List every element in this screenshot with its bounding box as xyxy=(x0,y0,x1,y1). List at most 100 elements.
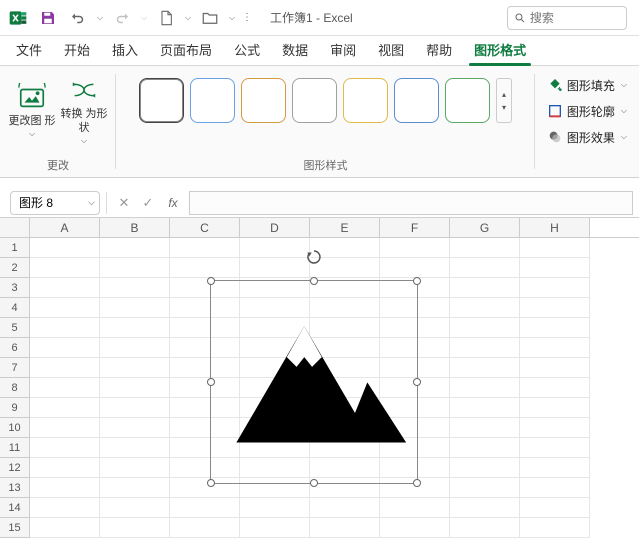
cell[interactable] xyxy=(30,438,100,458)
cell[interactable] xyxy=(100,338,170,358)
search-box[interactable] xyxy=(507,6,627,30)
row-header[interactable]: 2 xyxy=(0,258,30,278)
row-header[interactable]: 8 xyxy=(0,378,30,398)
redo-dropdown[interactable]: ⌵ xyxy=(138,4,150,32)
cell[interactable] xyxy=(520,378,590,398)
row-header[interactable]: 11 xyxy=(0,438,30,458)
cell[interactable] xyxy=(450,278,520,298)
cell[interactable] xyxy=(240,498,310,518)
cell[interactable] xyxy=(450,478,520,498)
tab-graphic-format[interactable]: 图形格式 xyxy=(472,34,528,65)
open-file-dropdown[interactable]: ⌵ xyxy=(226,4,238,32)
row-header[interactable]: 10 xyxy=(0,418,30,438)
tab-view[interactable]: 视图 xyxy=(376,34,406,65)
col-header[interactable]: E xyxy=(310,218,380,237)
col-header[interactable]: D xyxy=(240,218,310,237)
tab-help[interactable]: 帮助 xyxy=(424,34,454,65)
cell[interactable] xyxy=(240,258,310,278)
row-header[interactable]: 3 xyxy=(0,278,30,298)
cell[interactable] xyxy=(100,498,170,518)
cell[interactable] xyxy=(30,478,100,498)
tab-file[interactable]: 文件 xyxy=(14,34,44,65)
cell[interactable] xyxy=(380,518,450,538)
cell[interactable] xyxy=(30,358,100,378)
resize-handle-w[interactable] xyxy=(207,378,215,386)
cell[interactable] xyxy=(310,498,380,518)
cell[interactable] xyxy=(30,298,100,318)
cell[interactable] xyxy=(520,478,590,498)
excel-logo[interactable] xyxy=(4,4,32,32)
name-box[interactable]: ⌵ xyxy=(10,191,100,215)
tab-review[interactable]: 审阅 xyxy=(328,34,358,65)
rotation-handle[interactable] xyxy=(304,247,324,267)
style-swatch-7[interactable] xyxy=(445,78,490,123)
row-header[interactable]: 15 xyxy=(0,518,30,538)
new-file-button[interactable] xyxy=(152,4,180,32)
tab-formulas[interactable]: 公式 xyxy=(232,34,262,65)
row-header[interactable]: 9 xyxy=(0,398,30,418)
col-header[interactable]: B xyxy=(100,218,170,237)
open-file-button[interactable] xyxy=(196,4,224,32)
tab-pagelayout[interactable]: 页面布局 xyxy=(158,34,214,65)
tab-data[interactable]: 数据 xyxy=(280,34,310,65)
save-button[interactable] xyxy=(34,4,62,32)
cell[interactable] xyxy=(100,238,170,258)
resize-handle-ne[interactable] xyxy=(413,277,421,285)
cell[interactable] xyxy=(450,338,520,358)
cell[interactable] xyxy=(520,498,590,518)
col-header[interactable]: F xyxy=(380,218,450,237)
change-graphic-button[interactable]: 更改图 形 xyxy=(8,72,56,146)
cell[interactable] xyxy=(520,338,590,358)
enter-formula-button[interactable]: ✓ xyxy=(137,192,159,214)
cell[interactable] xyxy=(100,298,170,318)
resize-handle-nw[interactable] xyxy=(207,277,215,285)
cell[interactable] xyxy=(30,398,100,418)
cell[interactable] xyxy=(450,318,520,338)
cell[interactable] xyxy=(450,378,520,398)
cell[interactable] xyxy=(30,238,100,258)
row-header[interactable]: 1 xyxy=(0,238,30,258)
name-box-dropdown[interactable]: ⌵ xyxy=(88,197,95,208)
cell[interactable] xyxy=(520,258,590,278)
cell[interactable] xyxy=(520,518,590,538)
tab-home[interactable]: 开始 xyxy=(62,34,92,65)
cell[interactable] xyxy=(450,498,520,518)
row-header[interactable]: 5 xyxy=(0,318,30,338)
row-header[interactable]: 6 xyxy=(0,338,30,358)
cell[interactable] xyxy=(450,518,520,538)
cell[interactable] xyxy=(170,518,240,538)
style-swatch-1[interactable] xyxy=(139,78,184,123)
cell[interactable] xyxy=(240,238,310,258)
cell[interactable] xyxy=(520,358,590,378)
col-header[interactable]: H xyxy=(520,218,590,237)
cell[interactable] xyxy=(450,438,520,458)
col-header[interactable]: C xyxy=(170,218,240,237)
cell[interactable] xyxy=(380,498,450,518)
cell[interactable] xyxy=(100,318,170,338)
row-header[interactable]: 14 xyxy=(0,498,30,518)
graphic-effects-button[interactable]: 图形效果 ⌵ xyxy=(543,124,631,150)
new-file-dropdown[interactable]: ⌵ xyxy=(182,4,194,32)
insert-function-button[interactable]: fx xyxy=(161,192,183,214)
cell[interactable] xyxy=(100,378,170,398)
cell[interactable] xyxy=(520,418,590,438)
cell[interactable] xyxy=(30,378,100,398)
resize-handle-se[interactable] xyxy=(413,479,421,487)
cell[interactable] xyxy=(520,278,590,298)
style-swatch-2[interactable] xyxy=(190,78,235,123)
cell[interactable] xyxy=(450,398,520,418)
qat-customize[interactable]: ⋮ xyxy=(240,4,254,32)
cell[interactable] xyxy=(380,238,450,258)
cell[interactable] xyxy=(520,298,590,318)
style-swatch-6[interactable] xyxy=(394,78,439,123)
cell[interactable] xyxy=(520,398,590,418)
style-swatch-5[interactable] xyxy=(343,78,388,123)
cell[interactable] xyxy=(450,458,520,478)
col-header[interactable]: G xyxy=(450,218,520,237)
cell[interactable] xyxy=(100,258,170,278)
col-header[interactable]: A xyxy=(30,218,100,237)
redo-button[interactable] xyxy=(108,4,136,32)
cell[interactable] xyxy=(100,478,170,498)
cell[interactable] xyxy=(520,438,590,458)
cell[interactable] xyxy=(520,238,590,258)
